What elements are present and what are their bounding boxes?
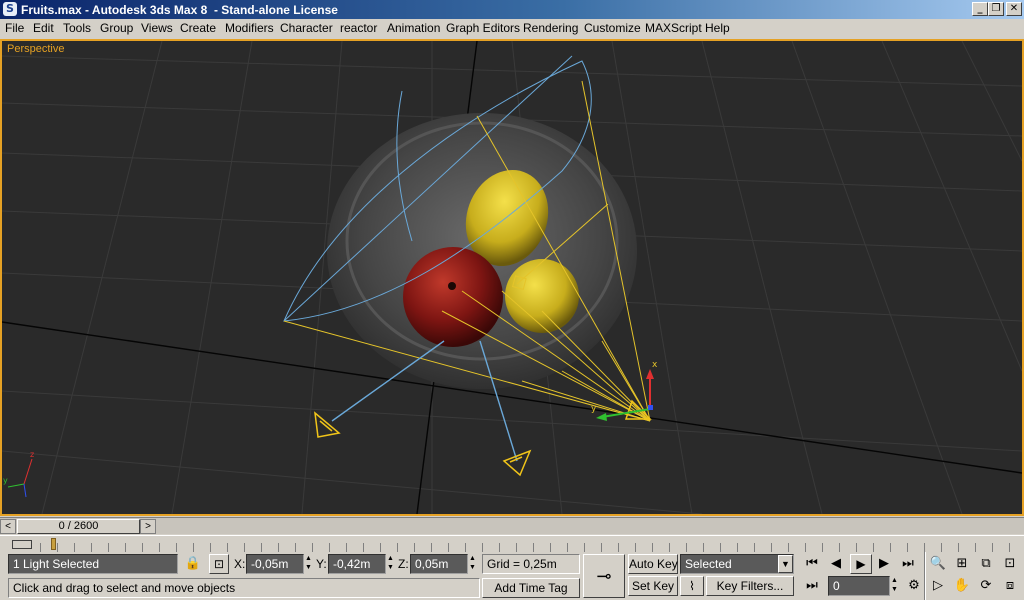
menu-tools[interactable]: Tools [63, 21, 91, 35]
time-slider-thumb[interactable]: 0 / 2600 [17, 519, 140, 534]
zoom-extents-all-icon[interactable]: ⊡ [1000, 554, 1020, 574]
viewport-scene: x y z y [2, 41, 1022, 514]
maximize-viewport-icon[interactable]: ⧈ [1000, 576, 1020, 596]
keyframe-marker[interactable] [51, 538, 56, 550]
viewport-label[interactable]: Perspective [7, 43, 64, 55]
current-frame-field[interactable]: 0 [828, 576, 890, 596]
axis-y-label: y [3, 476, 8, 485]
y-coordinate-field[interactable]: -0,42m [328, 554, 386, 574]
3ds-max-logo-icon[interactable]: S [3, 2, 17, 16]
menu-modifiers[interactable]: Modifiers [225, 21, 274, 35]
go-to-start-icon[interactable]: ⏮ [802, 554, 822, 574]
zoom-all-icon[interactable]: ⊞ [952, 554, 972, 574]
absolute-mode-toggle-icon[interactable]: ⊡ [209, 554, 229, 574]
world-axis-tripod: z y [3, 450, 34, 498]
menu-customize[interactable]: Customize [584, 21, 641, 35]
menu-animation[interactable]: Animation [387, 21, 440, 35]
go-to-end-icon[interactable]: ⏭ [898, 554, 918, 574]
window-title: Fruits.max - Autodesk 3ds Max 8 - Stand-… [21, 3, 338, 17]
chevron-down-icon[interactable]: ▼ [778, 555, 793, 573]
menu-character[interactable]: Character [280, 21, 333, 35]
key-mode-toggle-icon[interactable]: ⏭ [802, 576, 822, 596]
apple[interactable] [403, 247, 503, 347]
key-tangent-icon[interactable]: ⌇ [680, 576, 704, 596]
lock-selection-icon[interactable]: 🔒 [183, 554, 203, 574]
time-prev-button[interactable]: < [0, 519, 16, 534]
menu-edit[interactable]: Edit [33, 21, 54, 35]
y-spinner-icon[interactable]: ▲ ▼ [386, 554, 395, 574]
maximize-button[interactable]: ❐ [988, 2, 1004, 16]
menu-views[interactable]: Views [141, 21, 173, 35]
menu-bar: File Edit Tools Group Views Create Modif… [0, 19, 1024, 38]
menu-file[interactable]: File [5, 21, 24, 35]
menu-help[interactable]: Help [705, 21, 730, 35]
time-configuration-icon[interactable]: ⚙ [904, 576, 924, 596]
auto-key-button[interactable]: Auto Key [628, 554, 678, 574]
set-key-key-icon[interactable]: ⊸ [583, 554, 625, 598]
z-spinner-icon[interactable]: ▲ ▼ [468, 554, 477, 574]
3ds-max-window: S Fruits.max - Autodesk 3ds Max 8 - Stan… [0, 0, 1024, 600]
x-label: X: [234, 557, 246, 571]
perspective-viewport[interactable]: x y z y Perspective [0, 39, 1024, 516]
gizmo-x-label: x [652, 360, 658, 370]
track-view-icon[interactable] [12, 540, 32, 549]
y-label: Y: [316, 557, 327, 571]
menu-reactor[interactable]: reactor [340, 21, 377, 35]
prompt-line: Click and drag to select and move object… [8, 578, 480, 598]
zoom-extents-icon[interactable]: ⧉ [976, 554, 996, 574]
previous-frame-icon[interactable]: ◀ [826, 554, 846, 574]
lemon-front[interactable] [505, 259, 579, 333]
key-filters-button[interactable]: Key Filters... [706, 576, 794, 596]
divider [924, 552, 926, 600]
menu-rendering[interactable]: Rendering [523, 21, 578, 35]
menu-group[interactable]: Group [100, 21, 133, 35]
key-mode-dropdown[interactable]: Selected [680, 554, 794, 574]
field-of-view-icon[interactable]: ▷ [928, 576, 948, 596]
zoom-icon[interactable]: 🔍 [928, 554, 948, 574]
z-coordinate-field[interactable]: 0,05m [410, 554, 468, 574]
minimize-button[interactable]: _ [972, 2, 988, 16]
close-button[interactable]: ✕ [1006, 2, 1022, 16]
selection-info: 1 Light Selected [8, 554, 178, 574]
x-spinner-icon[interactable]: ▲ ▼ [304, 554, 313, 574]
time-next-button[interactable]: > [140, 519, 156, 534]
add-time-tag-button[interactable]: Add Time Tag [482, 578, 580, 598]
axis-z-label: z [30, 450, 34, 459]
grid-size-display: Grid = 0,25m [482, 554, 580, 574]
title-bar: S Fruits.max - Autodesk 3ds Max 8 - Stan… [0, 0, 1024, 19]
frame-spinner-icon[interactable]: ▲ ▼ [890, 576, 899, 596]
play-icon[interactable]: ▶ [850, 554, 872, 574]
x-coordinate-field[interactable]: -0,05m [246, 554, 304, 574]
track-ruler[interactable] [40, 543, 1016, 552]
arc-rotate-icon[interactable]: ⟳ [976, 576, 996, 596]
menu-create[interactable]: Create [180, 21, 216, 35]
pan-hand-icon[interactable]: ✋ [952, 576, 972, 596]
time-slider[interactable]: < 0 / 2600 > [0, 517, 1024, 534]
next-frame-icon[interactable]: ▶ [874, 554, 894, 574]
z-label: Z: [398, 557, 409, 571]
menu-graph-editors[interactable]: Graph Editors [446, 21, 520, 35]
status-bar: 1 Light Selected Click and drag to selec… [0, 552, 1024, 600]
track-bar[interactable] [0, 535, 1024, 552]
gizmo-y-label: y [591, 404, 597, 414]
menu-maxscript[interactable]: MAXScript [645, 21, 702, 35]
set-key-button[interactable]: Set Key [628, 576, 678, 596]
